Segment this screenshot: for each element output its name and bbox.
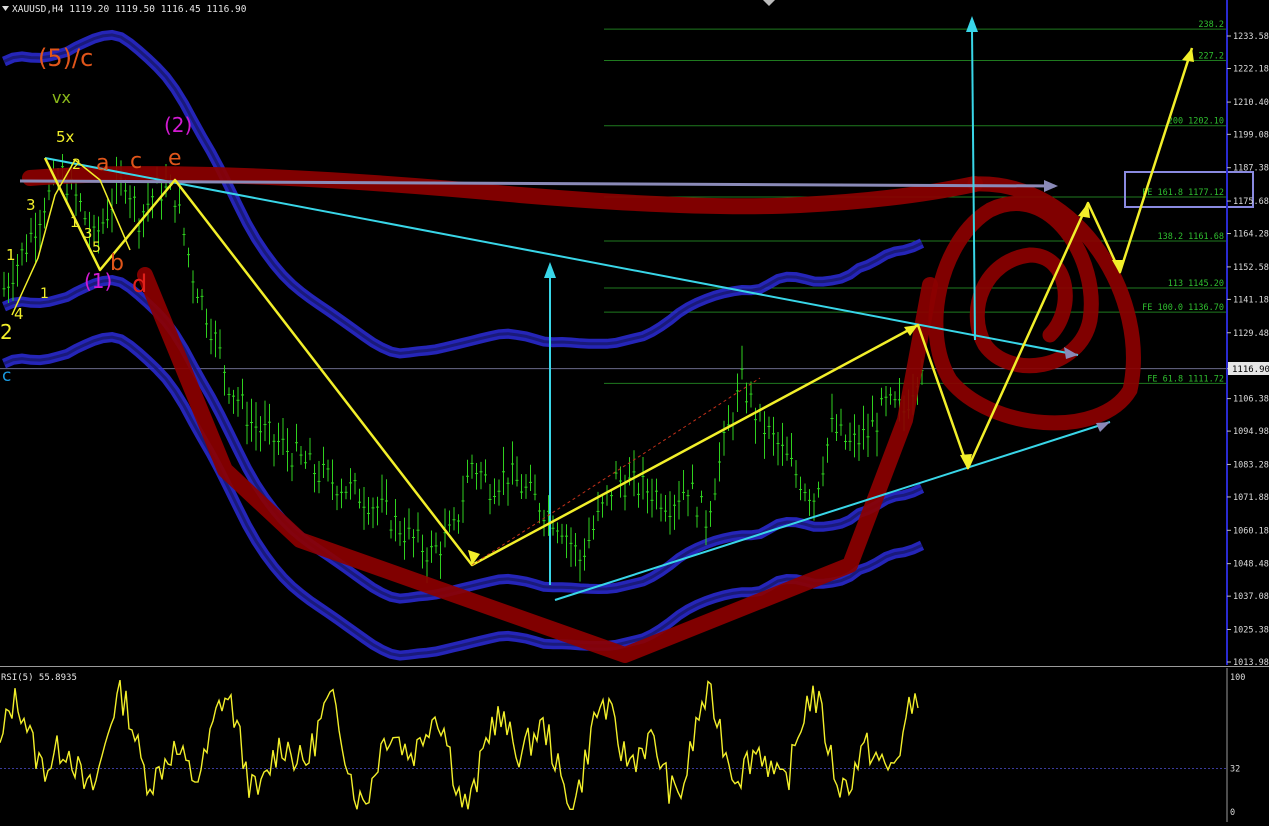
price-tick-label: 1187.38 [1233, 164, 1269, 174]
price-tick-label: 1048.48 [1233, 560, 1269, 570]
wave-label: d [132, 270, 147, 298]
price-tick-label: 1210.40 [1233, 98, 1269, 108]
rsi-tick-label: 0 [1230, 808, 1235, 818]
wave-label: 4 [14, 305, 24, 323]
price-tick-label: 1175.68 [1233, 197, 1269, 207]
wave-label: 5 [92, 240, 101, 256]
price-tick-label: 1233.58 [1233, 32, 1269, 42]
rsi-tick-label: 32 [1230, 764, 1240, 774]
price-tick-label: 1222.18 [1233, 64, 1269, 74]
price-tick-label: 1152.58 [1233, 263, 1269, 273]
wave-label: 5x [56, 128, 75, 146]
wave-label: 3 [26, 196, 36, 214]
rsi-title: RSI(5) 55.8935 [1, 673, 77, 683]
wave-label: (2) [164, 113, 192, 137]
price-tick-label: 1094.98 [1233, 427, 1269, 437]
wave-label: 1 [40, 286, 49, 302]
price-tick-label: 1037.08 [1233, 592, 1269, 602]
current-price-value: 1116.90 [1232, 365, 1269, 375]
wave-label: iv [0, 0, 12, 4]
price-tick-label: 1060.18 [1233, 526, 1269, 536]
wave-label: 2 [0, 320, 13, 344]
fib-level-label: 227.2 [1198, 51, 1224, 61]
price-tick-label: 1106.38 [1233, 395, 1269, 405]
wave-label: a [96, 151, 109, 176]
wave-label: 1 [6, 246, 16, 264]
wave-label: 1 [70, 215, 79, 231]
chart-canvas: 238.2 227.2 200 1202.10 FE 161.8 1177.12 138… [0, 0, 1269, 822]
fib-level-label: FE 61.8 1111.72 [1147, 374, 1224, 384]
fib-level-label: 113 1145.20 [1168, 279, 1224, 289]
symbol-ohlc-label: XAUUSD,H4 1119.20 1119.50 1116.45 1116.9… [12, 4, 247, 15]
fib-level-label: 138.2 1161.68 [1157, 232, 1224, 242]
rsi-tick-label: 100 [1230, 673, 1245, 683]
price-tick-label: 1199.08 [1233, 130, 1269, 140]
price-tick-label: 1164.28 [1233, 230, 1269, 240]
price-tick-label: 1083.28 [1233, 460, 1269, 470]
wave-label: 2 [72, 157, 81, 173]
price-tick-label: 1013.98 [1233, 658, 1269, 668]
fib-level-label: 200 1202.10 [1168, 117, 1224, 127]
wave-label: (1) [84, 269, 112, 293]
price-tick-label: 1129.48 [1233, 329, 1269, 339]
wave-label: c [130, 149, 142, 174]
wave-label: (5)/c [38, 44, 93, 72]
trading-chart-window: 238.2 227.2 200 1202.10 FE 161.8 1177.12 138… [0, 0, 1269, 822]
price-tick-label: 1025.38 [1233, 626, 1269, 636]
wave-label: c [2, 366, 11, 386]
price-tick-label: 1071.88 [1233, 493, 1269, 503]
wave-label: e [168, 146, 182, 171]
current-price-tag: 1116.90 [1228, 362, 1269, 375]
fib-level-label: FE 100.0 1136.70 [1142, 303, 1224, 313]
fib-level-label: 238.2 [1198, 20, 1224, 30]
fib-level-label: FE 161.8 1177.12 [1142, 188, 1224, 198]
price-tick-label: 1141.18 [1233, 295, 1269, 305]
wave-label: vx [52, 88, 71, 107]
